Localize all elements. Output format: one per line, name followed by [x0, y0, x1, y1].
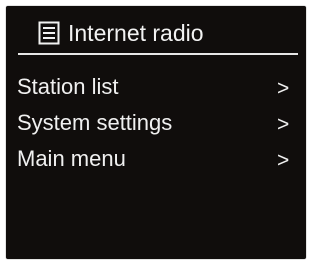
chevron-right-icon: >	[277, 149, 290, 172]
list-icon	[38, 21, 60, 45]
menu-item-station-list[interactable]: Station list >	[6, 72, 306, 108]
chevron-right-icon: >	[277, 77, 290, 100]
menu-item-main-menu[interactable]: Main menu >	[6, 144, 306, 180]
page-title: Internet radio	[68, 20, 204, 46]
header-divider	[18, 53, 298, 55]
menu-item-label: Station list	[17, 74, 119, 99]
menu-item-label: Main menu	[17, 146, 126, 171]
radio-display: Internet radio Station list > System set…	[6, 6, 306, 259]
menu-list: Station list > System settings > Main me…	[6, 72, 306, 180]
chevron-right-icon: >	[277, 113, 290, 136]
header: Internet radio	[6, 6, 306, 50]
menu-item-label: System settings	[17, 110, 173, 135]
menu-item-system-settings[interactable]: System settings >	[6, 108, 306, 144]
